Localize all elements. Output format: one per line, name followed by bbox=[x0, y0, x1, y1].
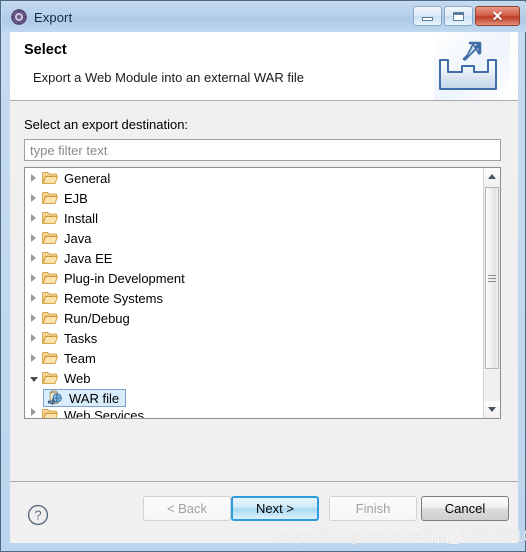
maximize-button[interactable] bbox=[444, 6, 473, 26]
triangle-glyph bbox=[31, 334, 36, 342]
scroll-up-arrow-icon bbox=[488, 174, 496, 179]
folder-icon bbox=[42, 331, 58, 345]
triangle-glyph bbox=[31, 234, 36, 242]
tree-collapsed-arrow-icon[interactable] bbox=[25, 234, 42, 242]
tree-item-plug-in-development[interactable]: Plug-in Development bbox=[25, 268, 484, 288]
tree-expanded-arrow-icon[interactable] bbox=[25, 374, 42, 382]
triangle-glyph bbox=[31, 174, 36, 182]
tree-collapsed-arrow-icon[interactable] bbox=[25, 294, 42, 302]
tree-collapsed-arrow-icon[interactable] bbox=[25, 408, 42, 416]
triangle-glyph bbox=[31, 214, 36, 222]
tree-item-java-ee[interactable]: Java EE bbox=[25, 248, 484, 268]
triangle-glyph bbox=[31, 408, 36, 416]
window-controls: ✕ bbox=[413, 6, 520, 26]
tree-collapsed-arrow-icon[interactable] bbox=[25, 174, 42, 182]
tree-item-war-file[interactable]: WAR file bbox=[25, 388, 484, 408]
folder-icon bbox=[42, 291, 58, 305]
scroll-up-button[interactable] bbox=[484, 168, 500, 185]
triangle-glyph bbox=[31, 354, 36, 362]
export-gear-icon bbox=[11, 9, 27, 25]
tree-collapsed-arrow-icon[interactable] bbox=[25, 254, 42, 262]
maximize-icon bbox=[453, 11, 464, 21]
scrollbar-thumb[interactable] bbox=[485, 187, 499, 369]
export-tray-arrow-icon bbox=[434, 32, 510, 100]
tree-collapsed-arrow-icon[interactable] bbox=[25, 314, 42, 322]
folder-icon bbox=[42, 408, 58, 418]
tree-item-run-debug[interactable]: Run/Debug bbox=[25, 308, 484, 328]
svg-text:?: ? bbox=[34, 508, 41, 523]
tree-vertical-scrollbar[interactable] bbox=[483, 168, 500, 418]
finish-button[interactable]: Finish bbox=[329, 496, 417, 521]
triangle-glyph bbox=[31, 254, 36, 262]
minimize-button[interactable] bbox=[413, 6, 442, 26]
folder-icon bbox=[42, 231, 58, 245]
export-dialog-window: Export ✕ Select Export a Web Module into… bbox=[0, 0, 526, 552]
folder-icon bbox=[42, 251, 58, 265]
page-title: Select bbox=[24, 42, 67, 58]
folder-icon bbox=[42, 171, 58, 185]
tree-item-label: Web Services bbox=[64, 408, 144, 418]
tree-rows-container: General EJB Install Java Java EE Plug-in Deve… bbox=[25, 168, 484, 418]
folder-icon bbox=[42, 311, 58, 325]
folder-icon bbox=[42, 271, 58, 285]
tree-item-tasks[interactable]: Tasks bbox=[25, 328, 484, 348]
tree-item-remote-systems[interactable]: Remote Systems bbox=[25, 288, 484, 308]
tree-item-general[interactable]: General bbox=[25, 168, 484, 188]
triangle-glyph bbox=[31, 314, 36, 322]
tree-collapsed-arrow-icon[interactable] bbox=[25, 274, 42, 282]
title-bar[interactable]: Export ✕ bbox=[2, 2, 526, 32]
wizard-header: Select Export a Web Module into an exter… bbox=[10, 32, 518, 101]
tree-item-label: Java bbox=[64, 230, 92, 246]
folder-icon bbox=[42, 191, 58, 205]
folder-icon bbox=[42, 371, 58, 385]
triangle-glyph bbox=[31, 194, 36, 202]
help-button[interactable]: ? bbox=[27, 504, 49, 526]
export-destination-label: Select an export destination: bbox=[24, 117, 189, 132]
close-button[interactable]: ✕ bbox=[475, 6, 520, 26]
war-file-icon bbox=[47, 390, 63, 406]
dialog-button-bar: ? < Back Next > Finish Cancel bbox=[10, 481, 518, 543]
folder-icon bbox=[42, 351, 58, 365]
back-button[interactable]: < Back bbox=[143, 496, 231, 521]
tree-collapsed-arrow-icon[interactable] bbox=[25, 334, 42, 342]
tree-item-label: General bbox=[64, 170, 111, 186]
tree-item-label: WAR file bbox=[69, 390, 120, 406]
tree-item-install[interactable]: Install bbox=[25, 208, 484, 228]
triangle-glyph bbox=[29, 377, 38, 382]
filter-input[interactable] bbox=[24, 139, 501, 161]
tree-item-java[interactable]: Java bbox=[25, 228, 484, 248]
folder-icon bbox=[42, 211, 58, 225]
tree-item-label: Remote Systems bbox=[64, 290, 163, 306]
tree-item-label: Plug-in Development bbox=[64, 270, 185, 286]
tree-item-web-services[interactable]: Web Services bbox=[25, 408, 484, 418]
tree-collapsed-arrow-icon[interactable] bbox=[25, 214, 42, 222]
tree-collapsed-arrow-icon[interactable] bbox=[25, 194, 42, 202]
tree-item-team[interactable]: Team bbox=[25, 348, 484, 368]
tree-item-label: EJB bbox=[64, 190, 88, 206]
tree-item-label: Team bbox=[64, 350, 96, 366]
tree-item-label: Install bbox=[64, 210, 98, 226]
triangle-glyph bbox=[31, 274, 36, 282]
question-mark-icon: ? bbox=[27, 504, 49, 526]
tree-item-label: Tasks bbox=[64, 330, 98, 346]
scrollbar-grip-icon bbox=[488, 273, 496, 284]
tree-item-label: Run/Debug bbox=[64, 310, 130, 326]
tree-item-ejb[interactable]: EJB bbox=[25, 188, 484, 208]
scroll-down-arrow-icon bbox=[488, 407, 496, 412]
tree-item-selection-box[interactable]: WAR file bbox=[43, 389, 127, 407]
close-icon: ✕ bbox=[491, 8, 504, 24]
window-title: Export bbox=[34, 9, 73, 25]
tree-item-label: Web bbox=[64, 370, 91, 386]
tree-collapsed-arrow-icon[interactable] bbox=[25, 354, 42, 362]
page-description: Export a Web Module into an external WAR… bbox=[33, 70, 304, 85]
scroll-down-button[interactable] bbox=[484, 401, 500, 418]
tree-item-web[interactable]: Web bbox=[25, 368, 484, 388]
triangle-glyph bbox=[31, 294, 36, 302]
export-destination-tree[interactable]: General EJB Install Java Java EE Plug-in Deve… bbox=[24, 167, 501, 419]
next-button[interactable]: Next > bbox=[231, 496, 319, 521]
tree-item-label: Java EE bbox=[64, 250, 113, 266]
cancel-button[interactable]: Cancel bbox=[421, 496, 509, 521]
minimize-icon bbox=[422, 17, 433, 21]
dialog-body: Select an export destination: General EJB… bbox=[10, 101, 518, 481]
